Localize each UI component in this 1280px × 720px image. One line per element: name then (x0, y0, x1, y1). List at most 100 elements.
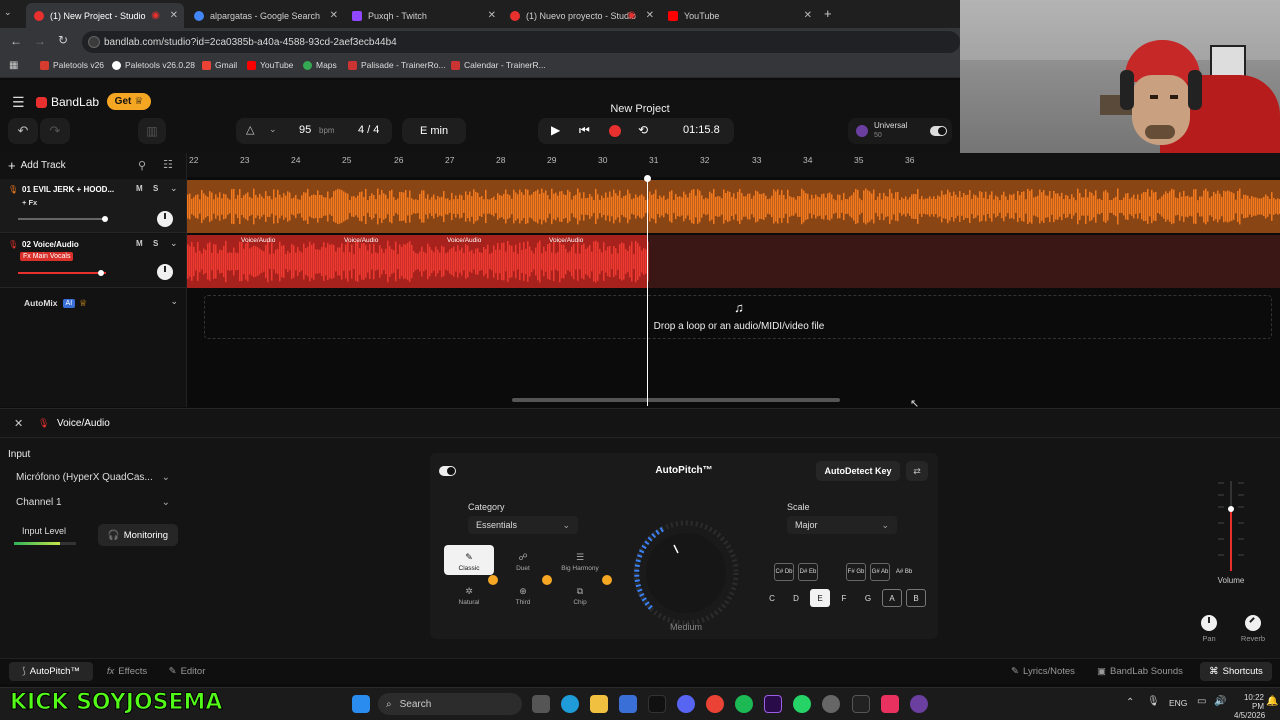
key-f[interactable]: F (834, 589, 854, 607)
language-indicator[interactable]: ENG (1169, 698, 1187, 708)
new-tab-icon[interactable]: + (824, 6, 832, 21)
undo-button[interactable]: ↶ (8, 118, 38, 144)
edge-icon[interactable] (561, 695, 579, 713)
shortcuts-button[interactable]: ⌘ Shortcuts (1200, 662, 1272, 681)
mute-button[interactable]: M (136, 239, 143, 248)
close-icon[interactable]: ✕ (170, 10, 178, 21)
bookmark-paletools-v26-0-28[interactable]: Paletools v26.0.28 (112, 60, 195, 70)
key-e[interactable]: E (810, 589, 830, 607)
taskbar-search-box[interactable]: ⌕ Search (378, 693, 522, 715)
media-player-icon[interactable] (910, 695, 928, 713)
effect-third-tile[interactable]: ⊕ Third (498, 575, 552, 609)
autodetect-key-button[interactable]: AutoDetect Key (816, 461, 900, 481)
store-icon[interactable] (619, 695, 637, 713)
key-d[interactable]: D (786, 589, 806, 607)
key-c[interactable]: C (762, 589, 782, 607)
menu-icon[interactable]: ☰ (12, 94, 25, 111)
key-csharp[interactable]: C# Db (774, 563, 794, 581)
bookmark-palisade[interactable]: Palisade - TrainerRo... (348, 60, 446, 70)
tab-new-project[interactable]: (1) New Project - Studio ◉ ✕ (26, 3, 184, 28)
tab-search-icon[interactable]: ⌄ (4, 7, 12, 18)
playhead[interactable] (647, 176, 648, 406)
loop-icon[interactable]: ⟲ (638, 123, 648, 137)
pan-knob[interactable] (1201, 615, 1217, 631)
key-fsharp[interactable]: F# Gb (846, 563, 866, 581)
bookmark-youtube[interactable]: YouTube (247, 60, 293, 70)
chevron-down-icon[interactable]: ⌄ (170, 296, 178, 307)
apps-grid-icon[interactable]: ▦ (9, 60, 18, 71)
tab-autopitch[interactable]: ⟆ AutoPitch™ (9, 662, 93, 681)
chevron-down-icon[interactable]: ⌄ (170, 238, 178, 249)
redo-button[interactable]: ↷ (40, 118, 70, 144)
audio-lane-vocal[interactable]: Voice/Audio Voice/Audio Voice/Audio Voic… (187, 235, 1280, 288)
close-icon[interactable]: ✕ (330, 10, 338, 21)
key-gsharp[interactable]: G# Ab (870, 563, 890, 581)
pan-knob[interactable] (157, 264, 173, 280)
bandlab-sounds-button[interactable]: ▣ BandLab Sounds (1090, 662, 1190, 681)
project-title[interactable]: New Project (610, 103, 669, 115)
tab-effects[interactable]: fx Effects (100, 662, 154, 681)
bpm-value[interactable]: 95 (299, 124, 311, 136)
key-a[interactable]: A (882, 589, 902, 607)
track-row[interactable]: 🎙 01 EVIL JERK + HOOD... M S ⌄ + Fx (0, 179, 186, 233)
get-membership-button[interactable]: Get ♕ (107, 93, 151, 110)
key-asharp[interactable]: A# Bb (894, 563, 914, 581)
reload-icon[interactable]: ↻ (58, 33, 68, 47)
tiktok-live-icon[interactable] (881, 695, 899, 713)
url-input[interactable]: bandlab.com/studio?id=2ca0385b-a40a-4588… (82, 31, 960, 53)
site-info-icon[interactable] (88, 36, 100, 48)
time-signature[interactable]: 4 / 4 (358, 124, 379, 136)
metronome-icon[interactable]: △ (246, 123, 254, 136)
arrangement-area[interactable]: Voice/Audio Voice/Audio Voice/Audio Voic… (187, 175, 1280, 410)
play-icon[interactable]: ▶ (551, 123, 560, 137)
track-row[interactable]: 🎙 02 Voice/Audio M S ⌄ Fx Main Vocals (0, 234, 186, 288)
automation-icon[interactable]: ⚲ (138, 159, 146, 172)
correction-knob[interactable] (630, 517, 742, 629)
close-icon[interactable]: ✕ (646, 10, 654, 21)
close-icon[interactable]: ✕ (804, 10, 812, 21)
file-explorer-icon[interactable] (590, 695, 608, 713)
back-icon[interactable]: ← (10, 34, 22, 48)
solo-button[interactable]: S (153, 239, 158, 248)
universal-toggle[interactable] (930, 126, 947, 136)
playhead-handle[interactable] (644, 175, 651, 182)
add-fx-button[interactable]: + Fx (22, 198, 37, 207)
spotify-icon[interactable] (735, 695, 753, 713)
close-panel-icon[interactable]: ✕ (14, 417, 23, 430)
effect-classic-tile[interactable]: ✎ Classic (444, 545, 494, 575)
bookmark-paletools-v26[interactable]: Paletools v26 (40, 60, 104, 70)
record-icon[interactable] (609, 125, 621, 137)
premiere-icon[interactable] (764, 695, 782, 713)
bandlab-logo[interactable]: BandLab (36, 95, 99, 109)
task-view-icon[interactable] (532, 695, 550, 713)
monitoring-button[interactable]: 🎧 Monitoring (98, 524, 178, 546)
whatsapp-icon[interactable] (793, 695, 811, 713)
track-name[interactable]: 02 Voice/Audio (22, 240, 79, 249)
drop-zone[interactable]: ♫ Drop a loop or an audio/MIDI/video fil… (204, 295, 1272, 339)
volume-fader[interactable] (1214, 479, 1248, 573)
scale-select[interactable]: Major ⌄ (787, 516, 897, 534)
channel-select[interactable]: Channel 1 ⌄ (8, 491, 178, 513)
tab-nuevo-proyecto[interactable]: (1) Nuevo proyecto - Studio ◉ ✕ (502, 3, 660, 28)
lyrics-notes-button[interactable]: ✎ Lyrics/Notes (1002, 662, 1084, 681)
category-select[interactable]: Essentials ⌄ (468, 516, 578, 534)
key-b[interactable]: B (906, 589, 926, 607)
horizontal-scrollbar[interactable] (512, 398, 840, 402)
chevron-up-icon[interactable]: ⌃ (1126, 697, 1134, 708)
tab-youtube[interactable]: YouTube ✕ (660, 3, 818, 28)
mixer-icon[interactable]: ☷ (163, 158, 173, 171)
notifications-icon[interactable]: 🔔 (1266, 696, 1278, 707)
microphone-tray-icon[interactable]: 🎙 (1147, 696, 1160, 707)
bookmark-calendar[interactable]: Calendar - TrainerR... (451, 60, 546, 70)
effect-duet-tile[interactable]: ☍ Duet (498, 545, 548, 575)
skip-back-icon[interactable]: ⏮ (579, 123, 590, 138)
pan-knob[interactable] (157, 211, 173, 227)
input-device-select[interactable]: Micrófono (HyperX QuadCas... ⌄ (8, 466, 178, 488)
clock[interactable]: 10:22 PM 4/5/2026 (1234, 693, 1265, 720)
effect-chip-tile[interactable]: ⧉ Chip (552, 575, 612, 609)
windows-start-icon[interactable] (352, 695, 370, 713)
key-dsharp[interactable]: D# Eb (798, 563, 818, 581)
key-selector[interactable]: E min (402, 118, 466, 144)
close-icon[interactable]: ✕ (488, 10, 496, 21)
key-g[interactable]: G (858, 589, 878, 607)
